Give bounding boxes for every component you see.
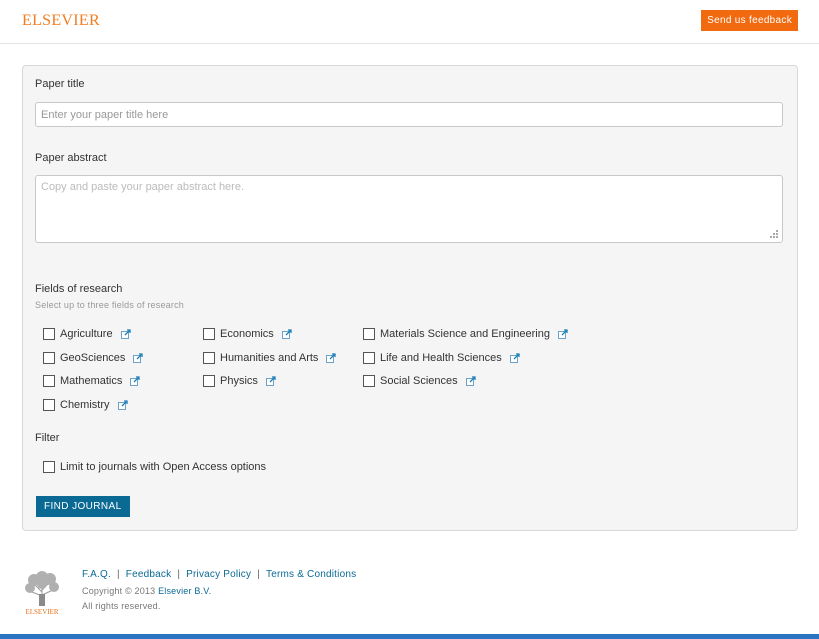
external-link-icon[interactable]	[117, 400, 128, 410]
bottom-bar	[0, 634, 819, 639]
field-label: Humanities and Arts	[220, 352, 319, 364]
field-option-materials-science-and-engineering[interactable]: Materials Science and Engineering	[363, 326, 568, 342]
footer-separator: |	[177, 569, 181, 580]
external-link-icon[interactable]	[130, 376, 141, 386]
external-link-icon[interactable]	[265, 376, 276, 386]
field-label: Life and Health Sciences	[380, 352, 502, 364]
external-link-icon[interactable]	[281, 329, 292, 339]
field-checkbox[interactable]	[363, 375, 375, 387]
filter-label: Filter	[35, 432, 60, 444]
open-access-checkbox[interactable]	[43, 461, 55, 473]
faq-link[interactable]: F.A.Q.	[82, 569, 111, 580]
external-link-icon[interactable]	[558, 329, 568, 339]
journal-finder-form: Paper title Paper abstract Fields of res…	[22, 65, 798, 531]
footer-links: F.A.Q. | Feedback | Privacy Policy | Terms & C…	[82, 569, 356, 580]
elsevier-tree-logo: ELSEVIER	[22, 570, 62, 616]
send-feedback-button[interactable]: Send us feedback	[701, 10, 798, 31]
external-link-icon[interactable]	[326, 353, 337, 363]
field-checkbox[interactable]	[203, 328, 215, 340]
footer-logo-text: ELSEVIER	[25, 608, 58, 616]
paper-abstract-input[interactable]	[35, 175, 783, 243]
footer-separator: |	[257, 569, 260, 580]
external-link-icon[interactable]	[465, 376, 476, 386]
field-label: Physics	[220, 375, 258, 387]
external-link-icon[interactable]	[120, 329, 131, 339]
external-link-icon[interactable]	[133, 353, 144, 363]
field-label: Social Sciences	[380, 375, 458, 387]
field-option-humanities-and-arts[interactable]: Humanities and Arts	[203, 350, 337, 366]
open-access-label: Limit to journals with Open Access optio…	[60, 461, 267, 473]
field-option-economics[interactable]: Economics	[203, 326, 292, 342]
field-option-chemistry[interactable]: Chemistry	[43, 397, 128, 413]
field-checkbox[interactable]	[43, 399, 55, 411]
copyright: Copyright © 2013 Elsevier B.V.	[82, 586, 211, 596]
paper-title-input[interactable]	[35, 102, 783, 127]
find-journal-button[interactable]: FIND JOURNAL	[36, 496, 130, 517]
field-option-life-and-health-sciences[interactable]: Life and Health Sciences	[363, 350, 520, 366]
field-checkbox[interactable]	[363, 328, 375, 340]
field-checkbox[interactable]	[203, 375, 215, 387]
field-checkbox[interactable]	[43, 328, 55, 340]
fields-of-research-label: Fields of research	[35, 283, 123, 295]
field-checkbox[interactable]	[203, 352, 215, 364]
field-option-social-sciences[interactable]: Social Sciences	[363, 373, 476, 389]
field-label: Materials Science and Engineering	[380, 328, 550, 340]
rights-reserved: All rights reserved.	[82, 601, 161, 611]
field-option-geosciences[interactable]: GeoSciences	[43, 350, 144, 366]
copyright-text: Copyright © 2013	[82, 586, 156, 596]
privacy-policy-link[interactable]: Privacy Policy	[186, 569, 251, 580]
feedback-link[interactable]: Feedback	[126, 569, 172, 580]
paper-abstract-label: Paper abstract	[35, 152, 107, 164]
field-option-physics[interactable]: Physics	[203, 373, 276, 389]
paper-title-label: Paper title	[35, 78, 85, 90]
field-label: Economics	[220, 328, 274, 340]
header: ELSEVIER Send us feedback	[0, 0, 819, 44]
field-label: Mathematics	[60, 375, 123, 387]
field-option-mathematics[interactable]: Mathematics	[43, 373, 141, 389]
elsevier-logo[interactable]: ELSEVIER	[22, 12, 100, 30]
field-label: Agriculture	[60, 328, 113, 340]
field-checkbox[interactable]	[43, 375, 55, 387]
elsevier-bv-link[interactable]: Elsevier B.V.	[158, 586, 211, 596]
open-access-option[interactable]: Limit to journals with Open Access optio…	[43, 459, 266, 475]
resize-grip-icon[interactable]	[769, 229, 779, 239]
footer-separator: |	[116, 569, 120, 580]
terms-link[interactable]: Terms & Conditions	[266, 569, 356, 580]
fields-hint: Select up to three fields of research	[35, 300, 184, 310]
field-option-agriculture[interactable]: Agriculture	[43, 326, 131, 342]
field-label: GeoSciences	[60, 352, 126, 364]
field-label: Chemistry	[60, 399, 110, 411]
field-checkbox[interactable]	[43, 352, 55, 364]
external-link-icon[interactable]	[509, 353, 520, 363]
field-checkbox[interactable]	[363, 352, 375, 364]
